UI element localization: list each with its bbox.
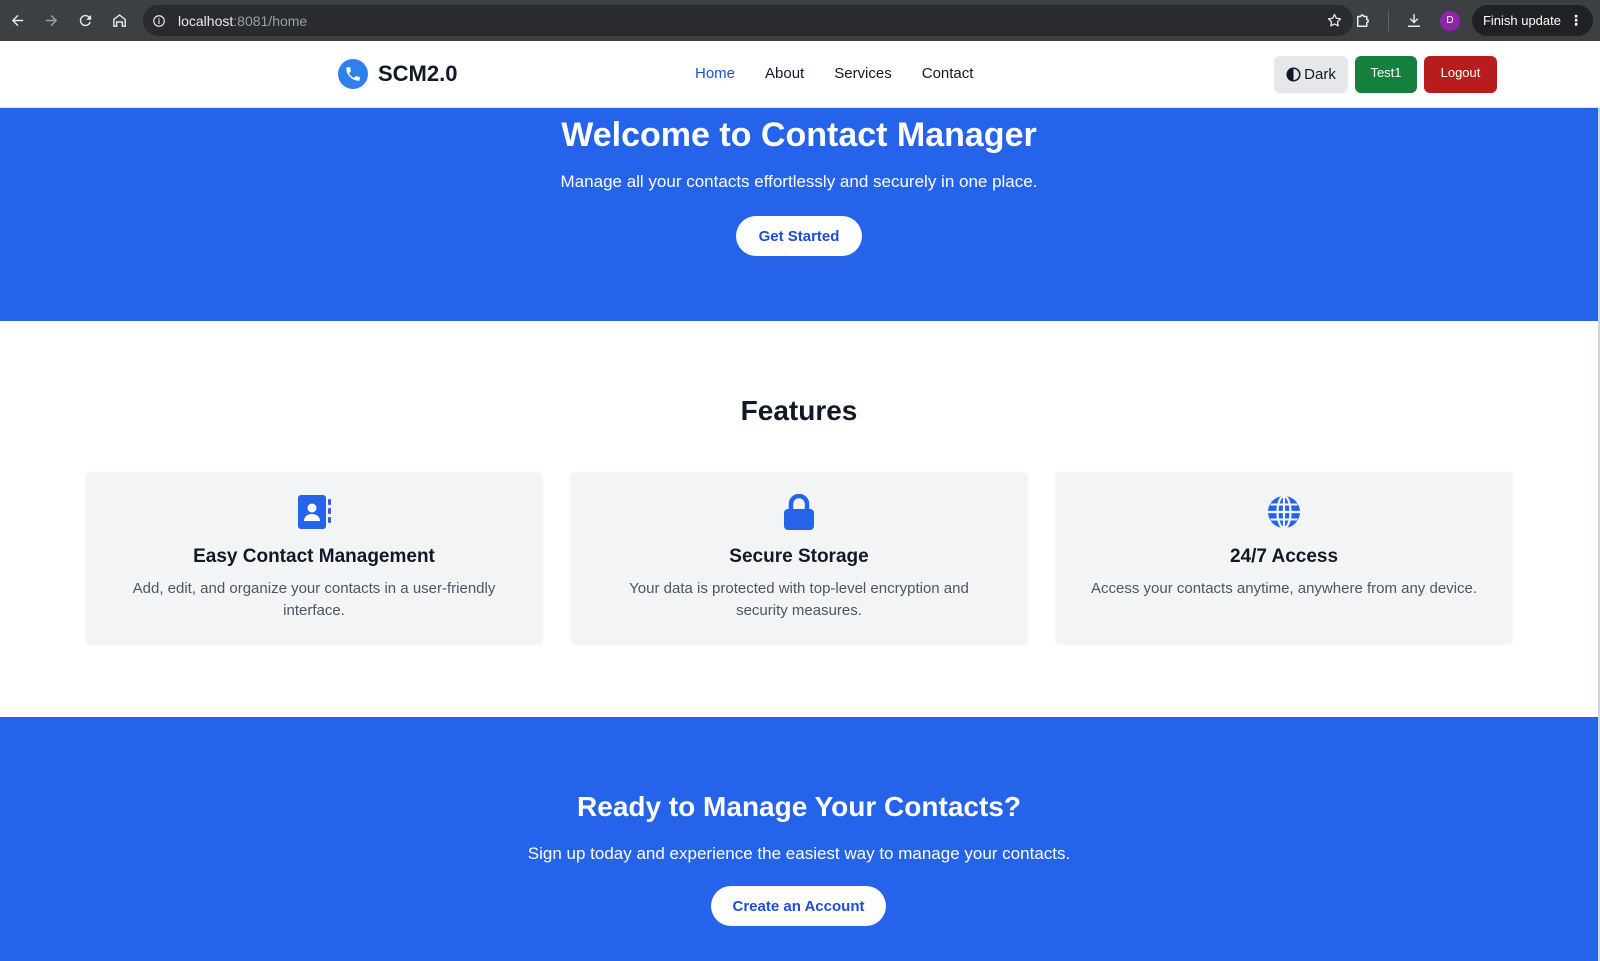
address-bar[interactable]: localhost:8081/home (143, 5, 1353, 36)
header-actions: Dark Test1 Logout (1274, 56, 1497, 93)
feature-description: Access your contacts anytime, anywhere f… (1091, 580, 1478, 597)
cta-subtitle: Sign up today and experience the easiest… (527, 844, 1071, 863)
reload-icon (79, 14, 92, 27)
feature-title: 24/7 Access (1229, 546, 1339, 567)
download-icon (1407, 13, 1420, 27)
feature-title: Easy Contact Management (193, 546, 435, 567)
reload-button[interactable] (69, 4, 102, 37)
address-book-icon (298, 495, 331, 529)
finish-update-label: Finish update (1482, 13, 1561, 28)
nav-about[interactable]: About (765, 65, 804, 82)
globe-icon (1268, 494, 1300, 530)
cta-section: Ready to Manage Your Contacts? Sign up t… (0, 717, 1600, 961)
back-button[interactable] (1, 4, 34, 37)
home-icon (113, 14, 126, 27)
bookmark-star-icon[interactable] (1326, 12, 1343, 29)
browser-toolbar: localhost:8081/home D Finish update ⋮ (0, 0, 1600, 41)
profile-avatar[interactable]: D (1439, 10, 1460, 31)
brand[interactable]: SCM2.0 (338, 59, 457, 89)
puzzle-icon (1356, 13, 1369, 27)
theme-toggle-button[interactable]: Dark (1274, 56, 1348, 93)
hero-section: Welcome to Contact Manager Manage all yo… (0, 108, 1600, 321)
get-started-button[interactable]: Get Started (736, 216, 862, 256)
nav-services[interactable]: Services (834, 65, 892, 82)
downloads-button[interactable] (1397, 4, 1431, 38)
phone-icon (338, 59, 368, 89)
forward-button[interactable] (35, 4, 68, 37)
feature-card: Secure Storage Your data is protected wi… (571, 472, 1027, 643)
feature-description: Add, edit, and organize your contacts in… (132, 580, 496, 619)
nav-home[interactable]: Home (695, 65, 735, 82)
create-account-button[interactable]: Create an Account (711, 886, 886, 926)
finish-update-button[interactable]: Finish update ⋮ (1471, 5, 1593, 36)
url-path: :8081/home (233, 12, 308, 29)
lock-icon (784, 494, 814, 530)
extensions-button[interactable] (1346, 4, 1380, 38)
feature-card: 24/7 Access Access your contacts anytime… (1056, 472, 1512, 643)
half-circle-icon (1286, 67, 1301, 82)
nav-contact[interactable]: Contact (922, 65, 974, 82)
user-profile-button[interactable]: Test1 (1355, 56, 1417, 93)
theme-toggle-label: Dark (1304, 66, 1336, 83)
hero-subtitle: Manage all your contacts effortlessly an… (560, 172, 1038, 191)
more-vert-icon: ⋮ (1569, 12, 1583, 28)
site-info-icon[interactable] (151, 13, 167, 29)
brand-name: SCM2.0 (378, 61, 458, 86)
toolbar-divider (1387, 10, 1389, 31)
site-header: SCM2.0 Home About Services Contact Dark … (0, 41, 1600, 108)
feature-description: Your data is protected with top-level en… (629, 580, 969, 619)
cta-title: Ready to Manage Your Contacts? (577, 791, 1021, 822)
url-host: localhost (178, 12, 234, 29)
feature-title: Secure Storage (729, 546, 869, 567)
main-nav: Home About Services Contact (695, 65, 1003, 82)
features-cards: Easy Contact Management Add, edit, and o… (86, 472, 1512, 643)
url-text: localhost:8081/home (178, 13, 307, 29)
arrow-right-icon (45, 14, 58, 27)
home-button[interactable] (103, 4, 136, 37)
features-title: Features (740, 395, 858, 426)
logout-button[interactable]: Logout (1424, 56, 1497, 93)
arrow-left-icon (11, 14, 24, 27)
feature-card: Easy Contact Management Add, edit, and o… (86, 472, 542, 643)
hero-title: Welcome to Contact Manager (561, 116, 1037, 154)
